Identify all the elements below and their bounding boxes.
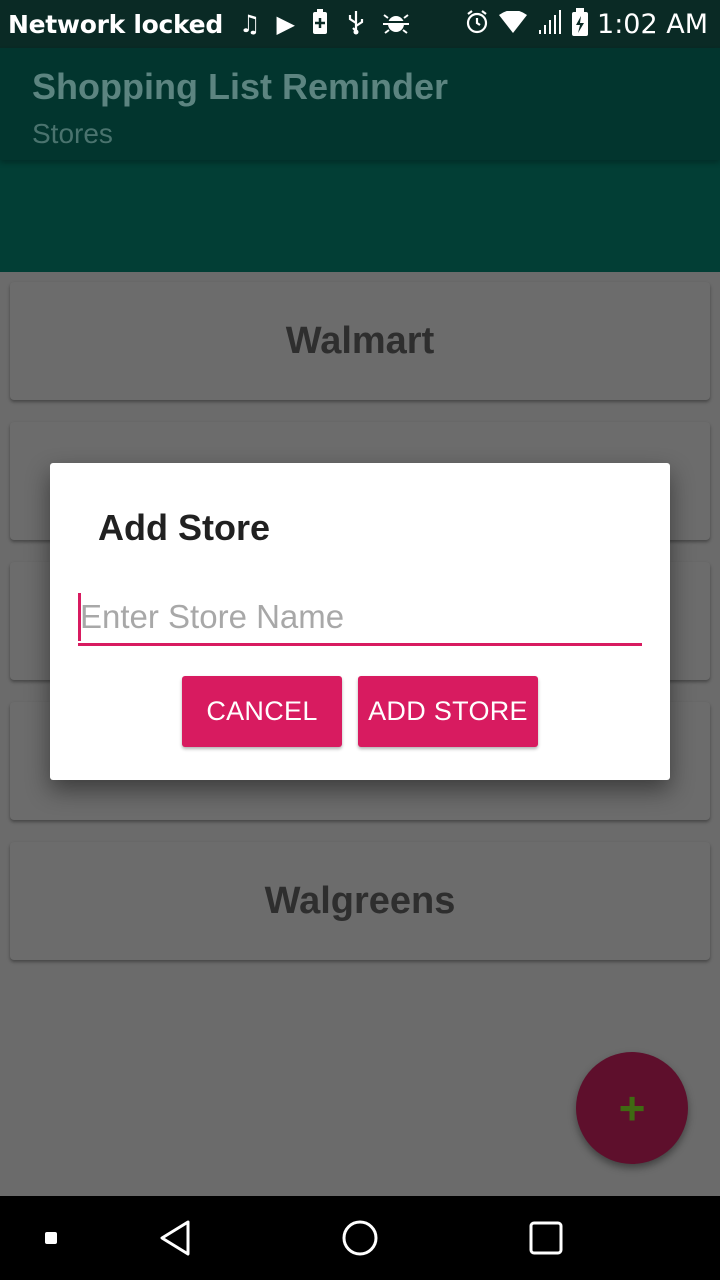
status-bar-right: 1:02 AM [455,0,708,48]
store-name-input[interactable] [78,591,642,646]
store-name: Walgreens [264,879,456,922]
store-name: Walmart [285,319,435,362]
status-bar: Network locked ♫ ▶ 1:02 AM [0,0,720,48]
add-store-button[interactable]: ADD STORE [358,676,538,747]
carrier-label: Network locked [8,9,223,39]
cancel-button[interactable]: CANCEL [182,676,342,747]
plus-icon: + [618,1082,646,1134]
store-card-walmart[interactable]: Walmart [10,282,710,400]
app-bar: Shopping List Reminder Stores [0,48,720,272]
dialog-title: Add Store [98,507,271,548]
signal-icon [537,10,562,38]
add-store-dialog: Add Store CANCEL ADD STORE [50,463,670,780]
usb-icon [345,9,367,39]
android-debug-icon [382,10,409,38]
home-icon[interactable] [336,1196,384,1280]
add-store-fab[interactable]: + [576,1052,688,1164]
back-icon[interactable] [150,1196,200,1280]
status-bar-left: Network locked ♫ ▶ [8,9,409,39]
toolbar: Shopping List Reminder Stores [0,48,720,160]
battery-charging-icon [571,8,589,40]
app-subtitle: Stores [32,118,113,149]
store-card-walgreens[interactable]: Walgreens [10,842,710,960]
text-cursor [78,593,81,641]
square-dot-icon [36,1196,66,1280]
battery-plus-icon [311,9,329,39]
recents-icon[interactable] [522,1196,570,1280]
clock: 1:02 AM [597,8,708,40]
alarm-icon [465,10,489,38]
app-title: Shopping List Reminder [32,66,449,107]
wifi-icon [499,10,528,37]
navigation-bar [0,1196,720,1280]
music-note-icon: ♫ [238,10,261,38]
play-icon: ▶ [276,10,295,38]
